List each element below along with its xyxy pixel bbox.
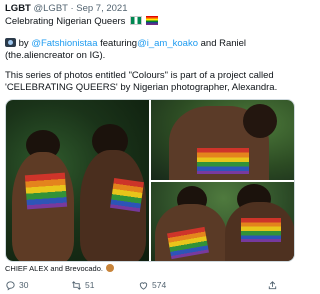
nigeria-flag-icon <box>130 16 143 25</box>
tweet-header: LGBT @LGBT · Sep 7, 2021 <box>5 2 295 15</box>
reply-button[interactable]: 30 <box>5 279 28 292</box>
retweet-icon <box>72 281 81 290</box>
photo-bottom-right[interactable] <box>151 182 294 261</box>
person-head <box>243 104 277 138</box>
mention-photographer[interactable]: @Fatshionistaa <box>31 38 97 49</box>
tweet-title: Celebrating Nigerian Queers <box>5 15 158 28</box>
rainbow-paint <box>24 172 68 210</box>
media-caption-text: CHIEF ALEX and Brevocado. <box>5 264 103 273</box>
share-icon <box>268 281 277 290</box>
rainbow-flag-icon <box>145 16 158 25</box>
media-grid[interactable] <box>5 99 295 262</box>
like-button[interactable]: 574 <box>138 279 166 292</box>
tweet-credits: by @Fatshionistaa featuring@i_am_koako a… <box>5 38 297 62</box>
like-count: 574 <box>152 280 167 290</box>
credit-middle: featuring <box>100 38 138 49</box>
rainbow-paint <box>241 218 281 242</box>
title-text: Celebrating Nigerian Queers <box>5 16 126 27</box>
separator: · <box>70 3 74 14</box>
display-name[interactable]: LGBT <box>5 3 31 14</box>
action-bar: 30 51 574 <box>5 279 295 292</box>
camera-icon <box>5 38 16 47</box>
media-caption: CHIEF ALEX and Brevocado. <box>5 264 115 274</box>
rainbow-paint <box>110 178 144 212</box>
timestamp[interactable]: Sep 7, 2021 <box>76 3 127 14</box>
handle[interactable]: @LGBT <box>34 3 68 14</box>
reply-icon <box>6 281 15 291</box>
retweet-count: 51 <box>85 280 95 290</box>
tweet-card[interactable]: LGBT @LGBT · Sep 7, 2021 Celebrating Nig… <box>0 0 300 294</box>
credit-prefix: by <box>18 38 29 49</box>
share-button[interactable] <box>267 279 278 292</box>
tweet-description: This series of photos entitled "Colours"… <box>5 70 278 93</box>
person-emoji-icon <box>106 264 115 272</box>
heart-icon <box>139 282 148 290</box>
retweet-button[interactable]: 51 <box>71 279 94 292</box>
reply-count: 30 <box>19 280 29 290</box>
photo-left[interactable] <box>6 100 149 261</box>
rainbow-paint <box>197 148 249 174</box>
mention-model[interactable]: @i_am_koako <box>137 38 198 49</box>
photo-top-right[interactable] <box>151 100 294 180</box>
